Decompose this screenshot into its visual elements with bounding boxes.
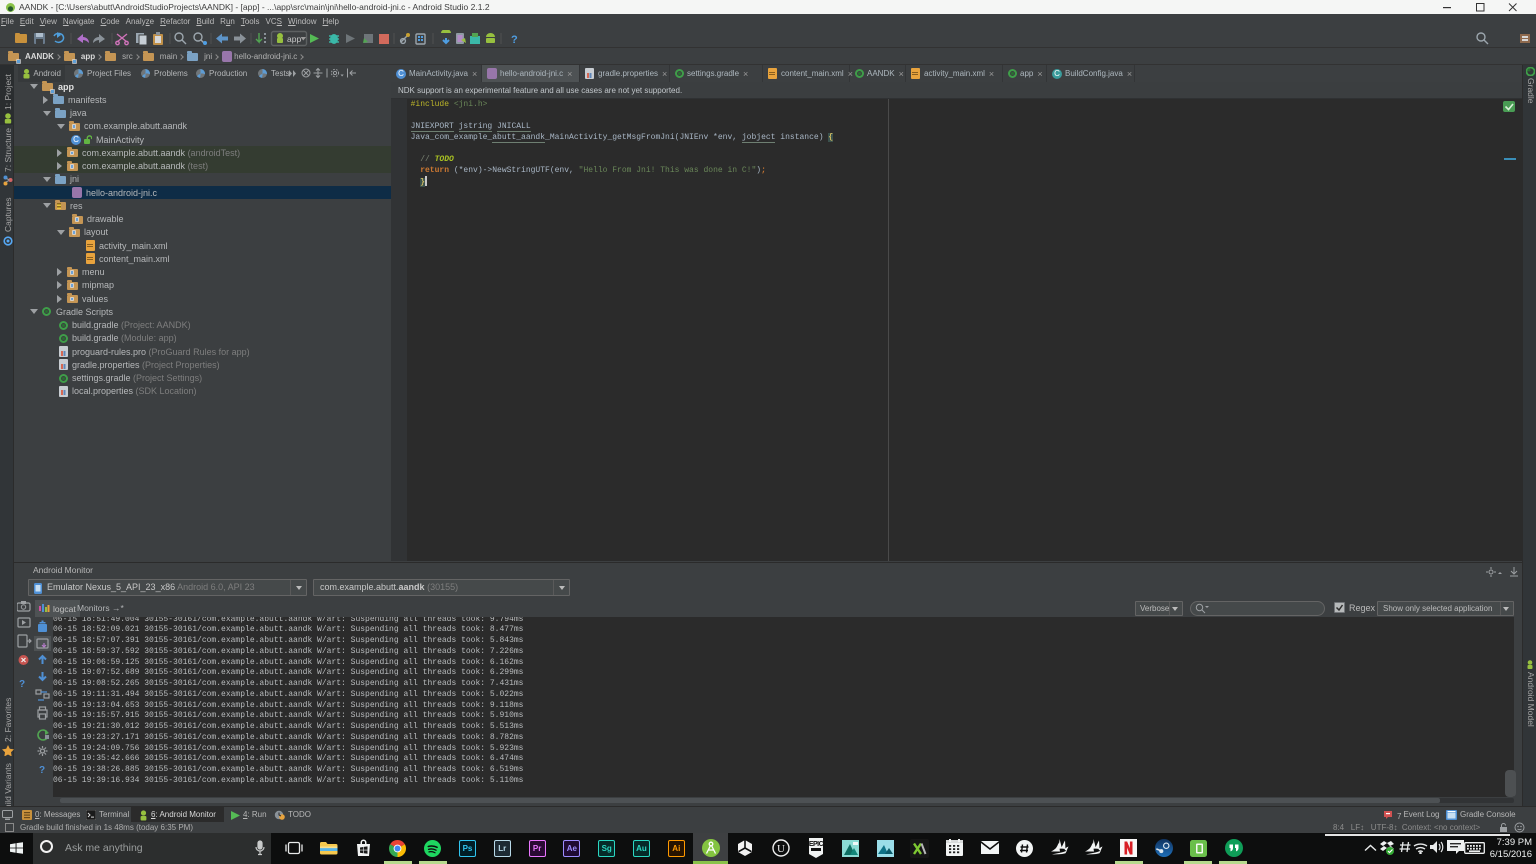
svg-text:U: U [777, 843, 785, 855]
svg-text:?: ? [19, 679, 25, 690]
svg-text:EPIC: EPIC [808, 841, 823, 848]
svg-text:app: app [287, 34, 301, 44]
svg-text:?: ? [39, 765, 45, 776]
svg-text:?: ? [511, 34, 518, 46]
